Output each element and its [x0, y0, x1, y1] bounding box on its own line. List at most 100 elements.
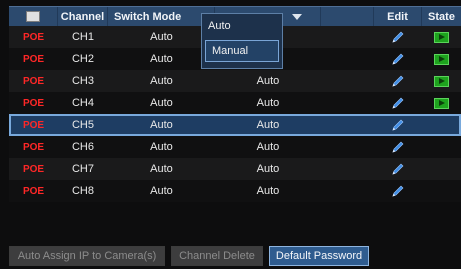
- mode-value[interactable]: Auto: [215, 70, 321, 92]
- pencil-icon[interactable]: [390, 183, 406, 199]
- mode-value[interactable]: Auto: [215, 114, 321, 136]
- channel-delete-button[interactable]: Channel Delete: [171, 246, 263, 266]
- poe-label: POE: [22, 31, 45, 43]
- dropdown-option-manual[interactable]: Manual: [205, 40, 279, 62]
- pencil-icon[interactable]: [390, 95, 406, 111]
- switch-mode-value[interactable]: Auto: [108, 158, 215, 180]
- chevron-down-icon[interactable]: [291, 13, 302, 20]
- channel-name: CH1: [71, 31, 94, 43]
- row-source-cell: POE: [9, 48, 58, 70]
- default-password-button[interactable]: Default Password: [269, 246, 369, 266]
- channel-name: CH8: [71, 185, 94, 197]
- switch-mode-value[interactable]: Auto: [108, 114, 215, 136]
- switch-mode-value[interactable]: Auto: [108, 26, 215, 48]
- row-source-cell: POE: [9, 158, 58, 180]
- play-triangle-icon: [438, 34, 445, 40]
- switch-mode-value[interactable]: Auto: [108, 92, 215, 114]
- play-icon[interactable]: [434, 53, 449, 65]
- switch-mode-dropdown: Auto Manual: [201, 13, 283, 69]
- poe-label: POE: [22, 185, 45, 197]
- state-cell[interactable]: [422, 70, 461, 92]
- play-icon[interactable]: [434, 75, 449, 87]
- row-source-cell: POE: [9, 70, 58, 92]
- header-edit: Edit: [374, 7, 422, 26]
- edit-cell[interactable]: [374, 70, 422, 92]
- edit-cell[interactable]: [374, 158, 422, 180]
- state-cell[interactable]: [422, 180, 461, 202]
- poe-label: POE: [22, 75, 45, 87]
- row-spacer: [321, 158, 374, 180]
- auto-assign-ip-button[interactable]: Auto Assign IP to Camera(s): [9, 246, 165, 266]
- play-triangle-icon: [438, 100, 445, 106]
- pencil-icon[interactable]: [390, 139, 406, 155]
- table-row[interactable]: POE CH8 Auto Auto: [9, 180, 461, 202]
- poe-label: POE: [22, 141, 45, 153]
- channel-config-screen: Channel Switch Mode Edit State POE CH1 Aut…: [0, 0, 461, 269]
- pencil-icon[interactable]: [390, 29, 406, 45]
- edit-cell[interactable]: [374, 26, 422, 48]
- switch-mode-value[interactable]: Auto: [108, 180, 215, 202]
- row-source-cell: POE: [9, 114, 58, 136]
- state-cell[interactable]: [422, 114, 461, 136]
- poe-label: POE: [22, 163, 45, 175]
- row-spacer: [321, 92, 374, 114]
- row-source-cell: POE: [9, 26, 58, 48]
- select-all-checkbox[interactable]: [26, 11, 40, 22]
- row-source-cell: POE: [9, 136, 58, 158]
- poe-label: POE: [22, 97, 45, 109]
- edit-cell[interactable]: [374, 114, 422, 136]
- mode-value[interactable]: Auto: [215, 92, 321, 114]
- edit-cell[interactable]: [374, 92, 422, 114]
- edit-cell[interactable]: [374, 180, 422, 202]
- pencil-icon[interactable]: [390, 117, 406, 133]
- play-icon[interactable]: [434, 97, 449, 109]
- button-bar: Auto Assign IP to Camera(s) Channel Dele…: [9, 246, 369, 266]
- switch-mode-value[interactable]: Auto: [108, 136, 215, 158]
- pencil-icon[interactable]: [390, 73, 406, 89]
- state-cell[interactable]: [422, 26, 461, 48]
- row-source-cell: POE: [9, 180, 58, 202]
- row-source-cell: POE: [9, 92, 58, 114]
- edit-cell[interactable]: [374, 48, 422, 70]
- dropdown-option-auto[interactable]: Auto: [202, 14, 282, 38]
- table-row[interactable]: POE CH6 Auto Auto: [9, 136, 461, 158]
- table-row[interactable]: POE CH4 Auto Auto: [9, 92, 461, 114]
- row-spacer: [321, 114, 374, 136]
- header-channel: Channel: [58, 7, 108, 26]
- pencil-icon[interactable]: [390, 161, 406, 177]
- row-spacer: [321, 180, 374, 202]
- table-row[interactable]: POE CH7 Auto Auto: [9, 158, 461, 180]
- poe-label: POE: [22, 119, 45, 131]
- switch-mode-value[interactable]: Auto: [108, 70, 215, 92]
- poe-label: POE: [22, 53, 45, 65]
- channel-name: CH5: [71, 119, 94, 131]
- header-state: State: [428, 10, 455, 23]
- header-spacer: [321, 7, 374, 26]
- play-icon[interactable]: [434, 31, 449, 43]
- mode-value[interactable]: Auto: [215, 158, 321, 180]
- row-spacer: [321, 136, 374, 158]
- channel-name: CH3: [71, 75, 94, 87]
- table-row[interactable]: POE CH3 Auto Auto: [9, 70, 461, 92]
- state-cell[interactable]: [422, 48, 461, 70]
- channel-name: CH4: [71, 97, 94, 109]
- play-triangle-icon: [438, 78, 445, 84]
- channel-name: CH6: [71, 141, 94, 153]
- channel-name: CH2: [71, 53, 94, 65]
- row-spacer: [321, 48, 374, 70]
- switch-mode-value[interactable]: Auto: [108, 48, 215, 70]
- header-select-all[interactable]: [9, 7, 58, 26]
- mode-value[interactable]: Auto: [215, 180, 321, 202]
- channel-name: CH7: [71, 163, 94, 175]
- state-cell[interactable]: [422, 136, 461, 158]
- row-spacer: [321, 26, 374, 48]
- pencil-icon[interactable]: [390, 51, 406, 67]
- play-triangle-icon: [438, 56, 445, 62]
- state-cell[interactable]: [422, 92, 461, 114]
- row-spacer: [321, 70, 374, 92]
- state-cell[interactable]: [422, 158, 461, 180]
- mode-value[interactable]: Auto: [215, 136, 321, 158]
- table-row[interactable]: POE CH5 Auto Auto: [9, 114, 461, 136]
- edit-cell[interactable]: [374, 136, 422, 158]
- header-switch-mode: Switch Mode: [108, 7, 215, 26]
